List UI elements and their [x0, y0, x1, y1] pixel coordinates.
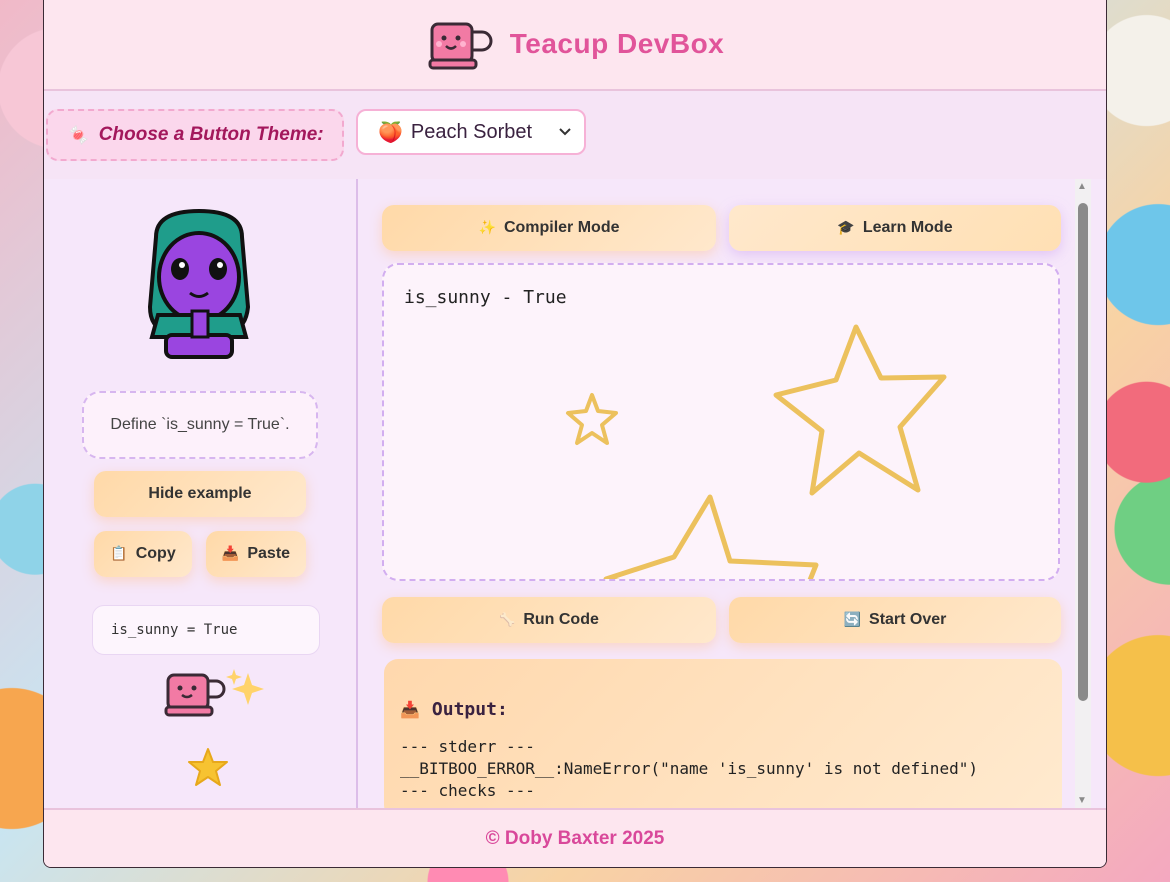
paste-button[interactable]: 📥 Paste	[206, 531, 306, 577]
compiler-mode-button[interactable]: ✨ Compiler Mode	[382, 205, 716, 251]
scrollbar-thumb[interactable]	[1078, 203, 1088, 701]
app-title: Teacup DevBox	[509, 28, 725, 59]
editor-panel: ✨ Compiler Mode 🎓 Learn Mode is_sunny - …	[358, 179, 1091, 819]
sidebar: Define `is_sunny = True`. Hide example 📋…	[44, 179, 358, 808]
teacup-logo-icon	[428, 22, 493, 70]
run-code-button[interactable]: 🦴 Run Code	[382, 597, 716, 643]
learn-mode-button[interactable]: 🎓 Learn Mode	[729, 205, 1061, 251]
start-over-label: Start Over	[869, 611, 947, 628]
output-title: Output:	[431, 699, 508, 720]
theme-select[interactable]: 🍑 Peach Sorbet	[356, 109, 586, 155]
run-code-label: Run Code	[523, 611, 599, 628]
main-area: Define `is_sunny = True`. Hide example 📋…	[44, 179, 1106, 819]
compiler-mode-label: Compiler Mode	[503, 219, 620, 236]
task-prompt: Define `is_sunny = True`.	[82, 391, 318, 459]
app-header: Teacup DevBox	[44, 0, 1106, 91]
theme-bar: 🍬 Choose a Button Theme: 🍑 Peach Sorbet	[44, 91, 1106, 179]
star-icon	[188, 748, 228, 786]
start-over-button[interactable]: 🔄 Start Over	[729, 597, 1061, 643]
app-window: Teacup DevBox 🍬 Choose a Button Theme: 🍑…	[43, 0, 1107, 868]
output-header: 📥 Output:	[400, 699, 1046, 720]
output-panel: 📥 Output: --- stderr --- __BITBOO_ERROR_…	[384, 659, 1062, 819]
paste-label: Paste	[247, 545, 291, 562]
theme-label: 🍬 Choose a Button Theme:	[46, 109, 344, 161]
code-editor[interactable]: is_sunny - True	[382, 263, 1060, 581]
theme-select-value: Peach Sorbet	[410, 120, 533, 143]
scrollbar[interactable]: ▲ ▼	[1075, 179, 1091, 808]
inbox-tray-icon: 📥	[400, 700, 420, 719]
bone-icon: 🦴	[499, 612, 516, 628]
chevron-down-icon	[559, 128, 571, 136]
star-outline-decoration	[566, 324, 947, 579]
teacup-sparkle-icon	[164, 669, 264, 717]
scroll-down-icon[interactable]: ▼	[1077, 795, 1087, 806]
candy-icon: 🍬	[66, 124, 89, 146]
output-text: --- stderr --- __BITBOO_ERROR__:NameErro…	[400, 737, 978, 800]
scroll-up-icon[interactable]: ▲	[1077, 181, 1087, 192]
copy-label: Copy	[135, 545, 176, 562]
clipboard-icon: 📋	[110, 546, 128, 562]
sparkles-icon: ✨	[478, 220, 496, 236]
learn-mode-label: Learn Mode	[862, 219, 953, 236]
inbox-tray-icon: 📥	[221, 546, 240, 562]
example-code: is_sunny = True	[92, 605, 320, 655]
theme-label-text: Choose a Button Theme:	[98, 124, 324, 145]
hide-example-button[interactable]: Hide example	[94, 471, 306, 517]
copy-button[interactable]: 📋 Copy	[94, 531, 192, 577]
footer-text: © Doby Baxter 2025	[485, 827, 665, 849]
refresh-icon: 🔄	[843, 612, 862, 628]
mascot-avatar	[147, 208, 251, 359]
peach-icon: 🍑	[378, 120, 403, 144]
graduation-cap-icon: 🎓	[837, 220, 855, 236]
hide-example-label: Hide example	[148, 485, 252, 502]
footer: © Doby Baxter 2025	[44, 808, 1106, 867]
